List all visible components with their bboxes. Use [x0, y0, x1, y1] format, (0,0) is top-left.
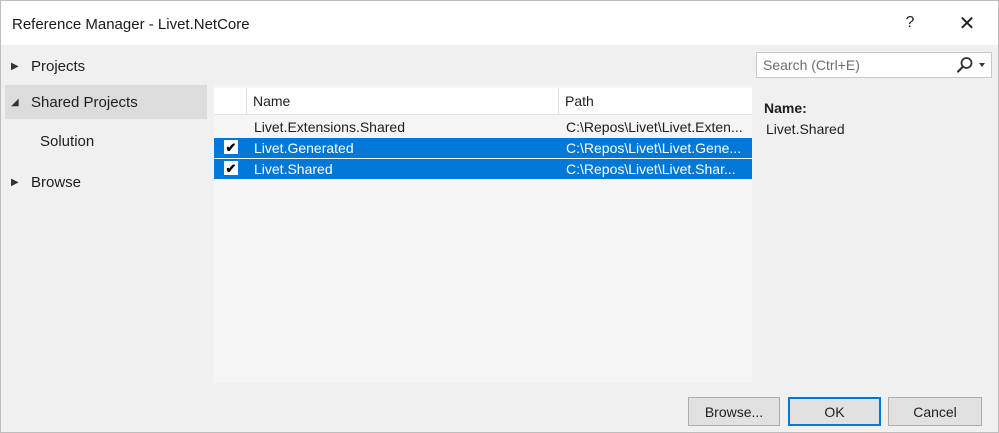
row-name: Livet.Shared: [254, 161, 333, 177]
search-box[interactable]: [756, 52, 992, 78]
details-name-value: Livet.Shared: [766, 121, 845, 137]
search-button[interactable]: [953, 55, 987, 75]
checkbox-column-header[interactable]: [214, 88, 247, 114]
table-row[interactable]: ✔ Livet.Shared C:\Repos\Livet\Livet.Shar…: [214, 159, 752, 179]
nav-item-label: Shared Projects: [31, 93, 138, 111]
help-icon: ?: [905, 14, 915, 31]
search-icon: [956, 57, 973, 73]
close-button[interactable]: ✕: [945, 7, 989, 39]
search-input[interactable]: [757, 53, 959, 77]
nav-item-projects[interactable]: ▶ Projects: [5, 49, 207, 83]
nav-item-solution[interactable]: Solution: [40, 133, 94, 150]
expand-arrow-icon: ▶: [11, 60, 19, 72]
help-button[interactable]: ?: [888, 7, 932, 39]
row-path: C:\Repos\Livet\Livet.Shar...: [566, 161, 736, 177]
left-nav: ▶ Projects ◢ Shared Projects Solution ▶ …: [1, 45, 208, 375]
table-row[interactable]: Livet.Extensions.Shared C:\Repos\Livet\L…: [214, 117, 752, 137]
ok-button[interactable]: OK: [788, 397, 881, 426]
column-header-path[interactable]: Path: [559, 88, 752, 114]
details-name-label: Name:: [764, 100, 807, 116]
nav-item-shared-projects[interactable]: ◢ Shared Projects: [5, 85, 207, 119]
cancel-button[interactable]: Cancel: [888, 397, 982, 426]
row-name: Livet.Generated: [254, 140, 354, 156]
nav-item-label: Projects: [31, 57, 86, 75]
close-icon: ✕: [958, 12, 976, 35]
nav-item-browse[interactable]: ▶ Browse: [5, 165, 207, 199]
window-title: Reference Manager - Livet.NetCore: [12, 16, 250, 33]
row-name: Livet.Extensions.Shared: [254, 119, 405, 135]
expand-arrow-icon: ▶: [11, 176, 19, 188]
shared-projects-list[interactable]: Name Path Livet.Extensions.Shared C:\Rep…: [214, 85, 752, 383]
title-bar: Reference Manager - Livet.NetCore ? ✕: [1, 1, 998, 45]
dropdown-arrow-icon: [979, 63, 985, 67]
list-header: Name Path: [214, 88, 752, 115]
reference-manager-dialog: Reference Manager - Livet.NetCore ? ✕ ▶ …: [0, 0, 999, 433]
table-row[interactable]: ✔ Livet.Generated C:\Repos\Livet\Livet.G…: [214, 138, 752, 158]
row-path: C:\Repos\Livet\Livet.Gene...: [566, 140, 742, 156]
browse-button[interactable]: Browse...: [688, 397, 780, 426]
checkbox-checked-icon[interactable]: ✔: [224, 140, 238, 154]
row-path: C:\Repos\Livet\Livet.Exten...: [566, 119, 743, 135]
checkbox-checked-icon[interactable]: ✔: [224, 161, 238, 175]
nav-item-label: Browse: [31, 173, 82, 191]
collapse-arrow-icon: ◢: [11, 96, 19, 108]
column-header-name[interactable]: Name: [247, 88, 559, 114]
